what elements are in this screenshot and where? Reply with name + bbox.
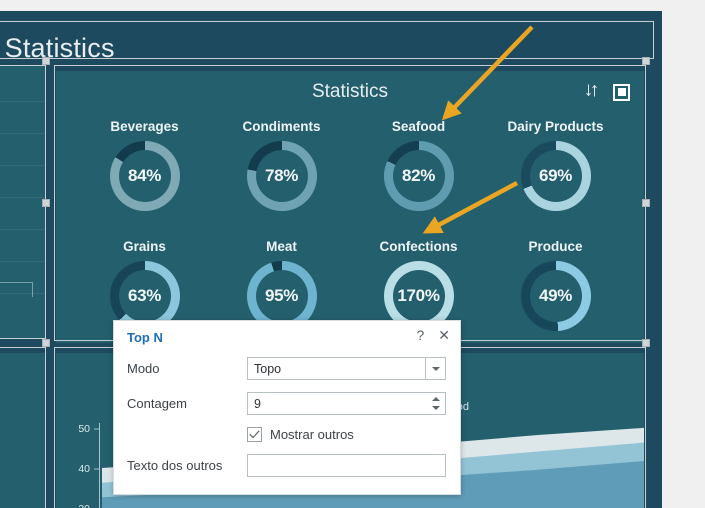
stepper-up-icon[interactable]: [431, 397, 440, 401]
chevron-down-icon[interactable]: [425, 358, 445, 379]
dialog-body: Modo Contagem: [114, 351, 460, 477]
left-grid-panel[interactable]: [0, 65, 46, 339]
resize-handle[interactable]: [42, 339, 50, 347]
others-text-row: Texto dos outros: [127, 454, 446, 477]
gauge-grains[interactable]: Grains 63%: [76, 239, 213, 331]
y-tick-label: 30: [78, 503, 90, 508]
panel-toolbar: [585, 83, 630, 101]
statistics-panel[interactable]: Statistics Beverages 84% Condiments 78% …: [56, 71, 644, 343]
count-input[interactable]: [248, 393, 426, 414]
resize-handle[interactable]: [42, 199, 50, 207]
gauge-value: 78%: [264, 166, 299, 185]
gauge-label: Confections: [379, 239, 458, 254]
close-icon[interactable]: ✕: [438, 328, 450, 342]
donut-chart: 84%: [109, 141, 180, 211]
count-label: Contagem: [127, 396, 187, 411]
left-axis-hook: [0, 282, 33, 297]
y-tick-label: 40: [78, 463, 90, 475]
help-icon[interactable]: ?: [416, 328, 424, 342]
left-lower-panel[interactable]: [0, 353, 46, 508]
gauge-label: Grains: [123, 239, 166, 254]
dialog-header: Top N ? ✕: [114, 321, 460, 351]
gauge-label: Beverages: [110, 119, 179, 134]
resize-handle[interactable]: [42, 57, 50, 65]
resize-handle[interactable]: [642, 57, 650, 65]
gauge-value: 69%: [538, 166, 573, 185]
stepper-arrows[interactable]: [426, 393, 445, 414]
others-text-label: Texto dos outros: [127, 458, 223, 473]
show-others-checkbox[interactable]: [247, 427, 262, 442]
y-tick-label: 50: [78, 423, 90, 435]
gauge-value: 49%: [538, 286, 573, 305]
gauge-value: 63%: [127, 286, 162, 305]
gauge-seafood[interactable]: Seafood 82%: [350, 119, 487, 211]
mode-select[interactable]: [247, 357, 446, 380]
gauge-grid: Beverages 84% Condiments 78% Seafood 82%…: [76, 119, 624, 331]
gauge-label: Dairy Products: [507, 119, 604, 134]
top-n-dialog[interactable]: Top N ? ✕ Modo Contagem: [113, 320, 461, 495]
gauge-confections[interactable]: Confections 170%: [350, 239, 487, 331]
count-row: Contagem: [127, 392, 446, 415]
donut-chart: 82%: [383, 141, 454, 211]
gauge-condiments[interactable]: Condiments 78%: [213, 119, 350, 211]
donut-chart: 49%: [520, 261, 591, 331]
page-title: es Statistics: [0, 33, 115, 63]
gauge-produce[interactable]: Produce 49%: [487, 239, 624, 331]
check-icon: [249, 430, 260, 439]
donut-chart: 69%: [520, 141, 591, 211]
show-others-row: Mostrar outros: [247, 427, 446, 442]
show-others-label: Mostrar outros: [270, 427, 354, 442]
resize-handle[interactable]: [642, 199, 650, 207]
gauge-dairy-products[interactable]: Dairy Products 69%: [487, 119, 624, 211]
title-band: es Statistics: [0, 11, 662, 63]
mode-row: Modo: [127, 357, 446, 380]
gauge-meat[interactable]: Meat 95%: [213, 239, 350, 331]
statistics-panel-title: Statistics: [311, 81, 389, 102]
donut-chart: 78%: [246, 141, 317, 211]
gauge-label: Seafood: [391, 119, 446, 134]
gauge-value: 95%: [264, 286, 299, 305]
mode-select-value[interactable]: [248, 358, 425, 379]
gauge-value: 84%: [127, 166, 162, 185]
count-stepper[interactable]: [247, 392, 446, 415]
sort-icon[interactable]: [585, 83, 599, 101]
mode-label: Modo: [127, 361, 160, 376]
others-text-input[interactable]: [248, 455, 445, 476]
chart-y-axis: 50 40 30: [66, 423, 102, 508]
screenshot-root: es Statistics Statistics: [0, 0, 705, 508]
dialog-header-buttons: ? ✕: [416, 328, 450, 342]
maximize-icon[interactable]: [613, 83, 630, 101]
gauge-beverages[interactable]: Beverages 84%: [76, 119, 213, 211]
gauge-label: Condiments: [242, 119, 321, 134]
gauge-label: Meat: [266, 239, 297, 254]
stepper-down-icon[interactable]: [431, 406, 440, 410]
gauge-value: 170%: [397, 286, 440, 305]
dialog-title: Top N: [127, 330, 163, 345]
gauge-value: 82%: [401, 166, 436, 185]
others-text-field[interactable]: [247, 454, 446, 477]
gauge-label: Produce: [528, 239, 583, 254]
resize-handle[interactable]: [642, 339, 650, 347]
